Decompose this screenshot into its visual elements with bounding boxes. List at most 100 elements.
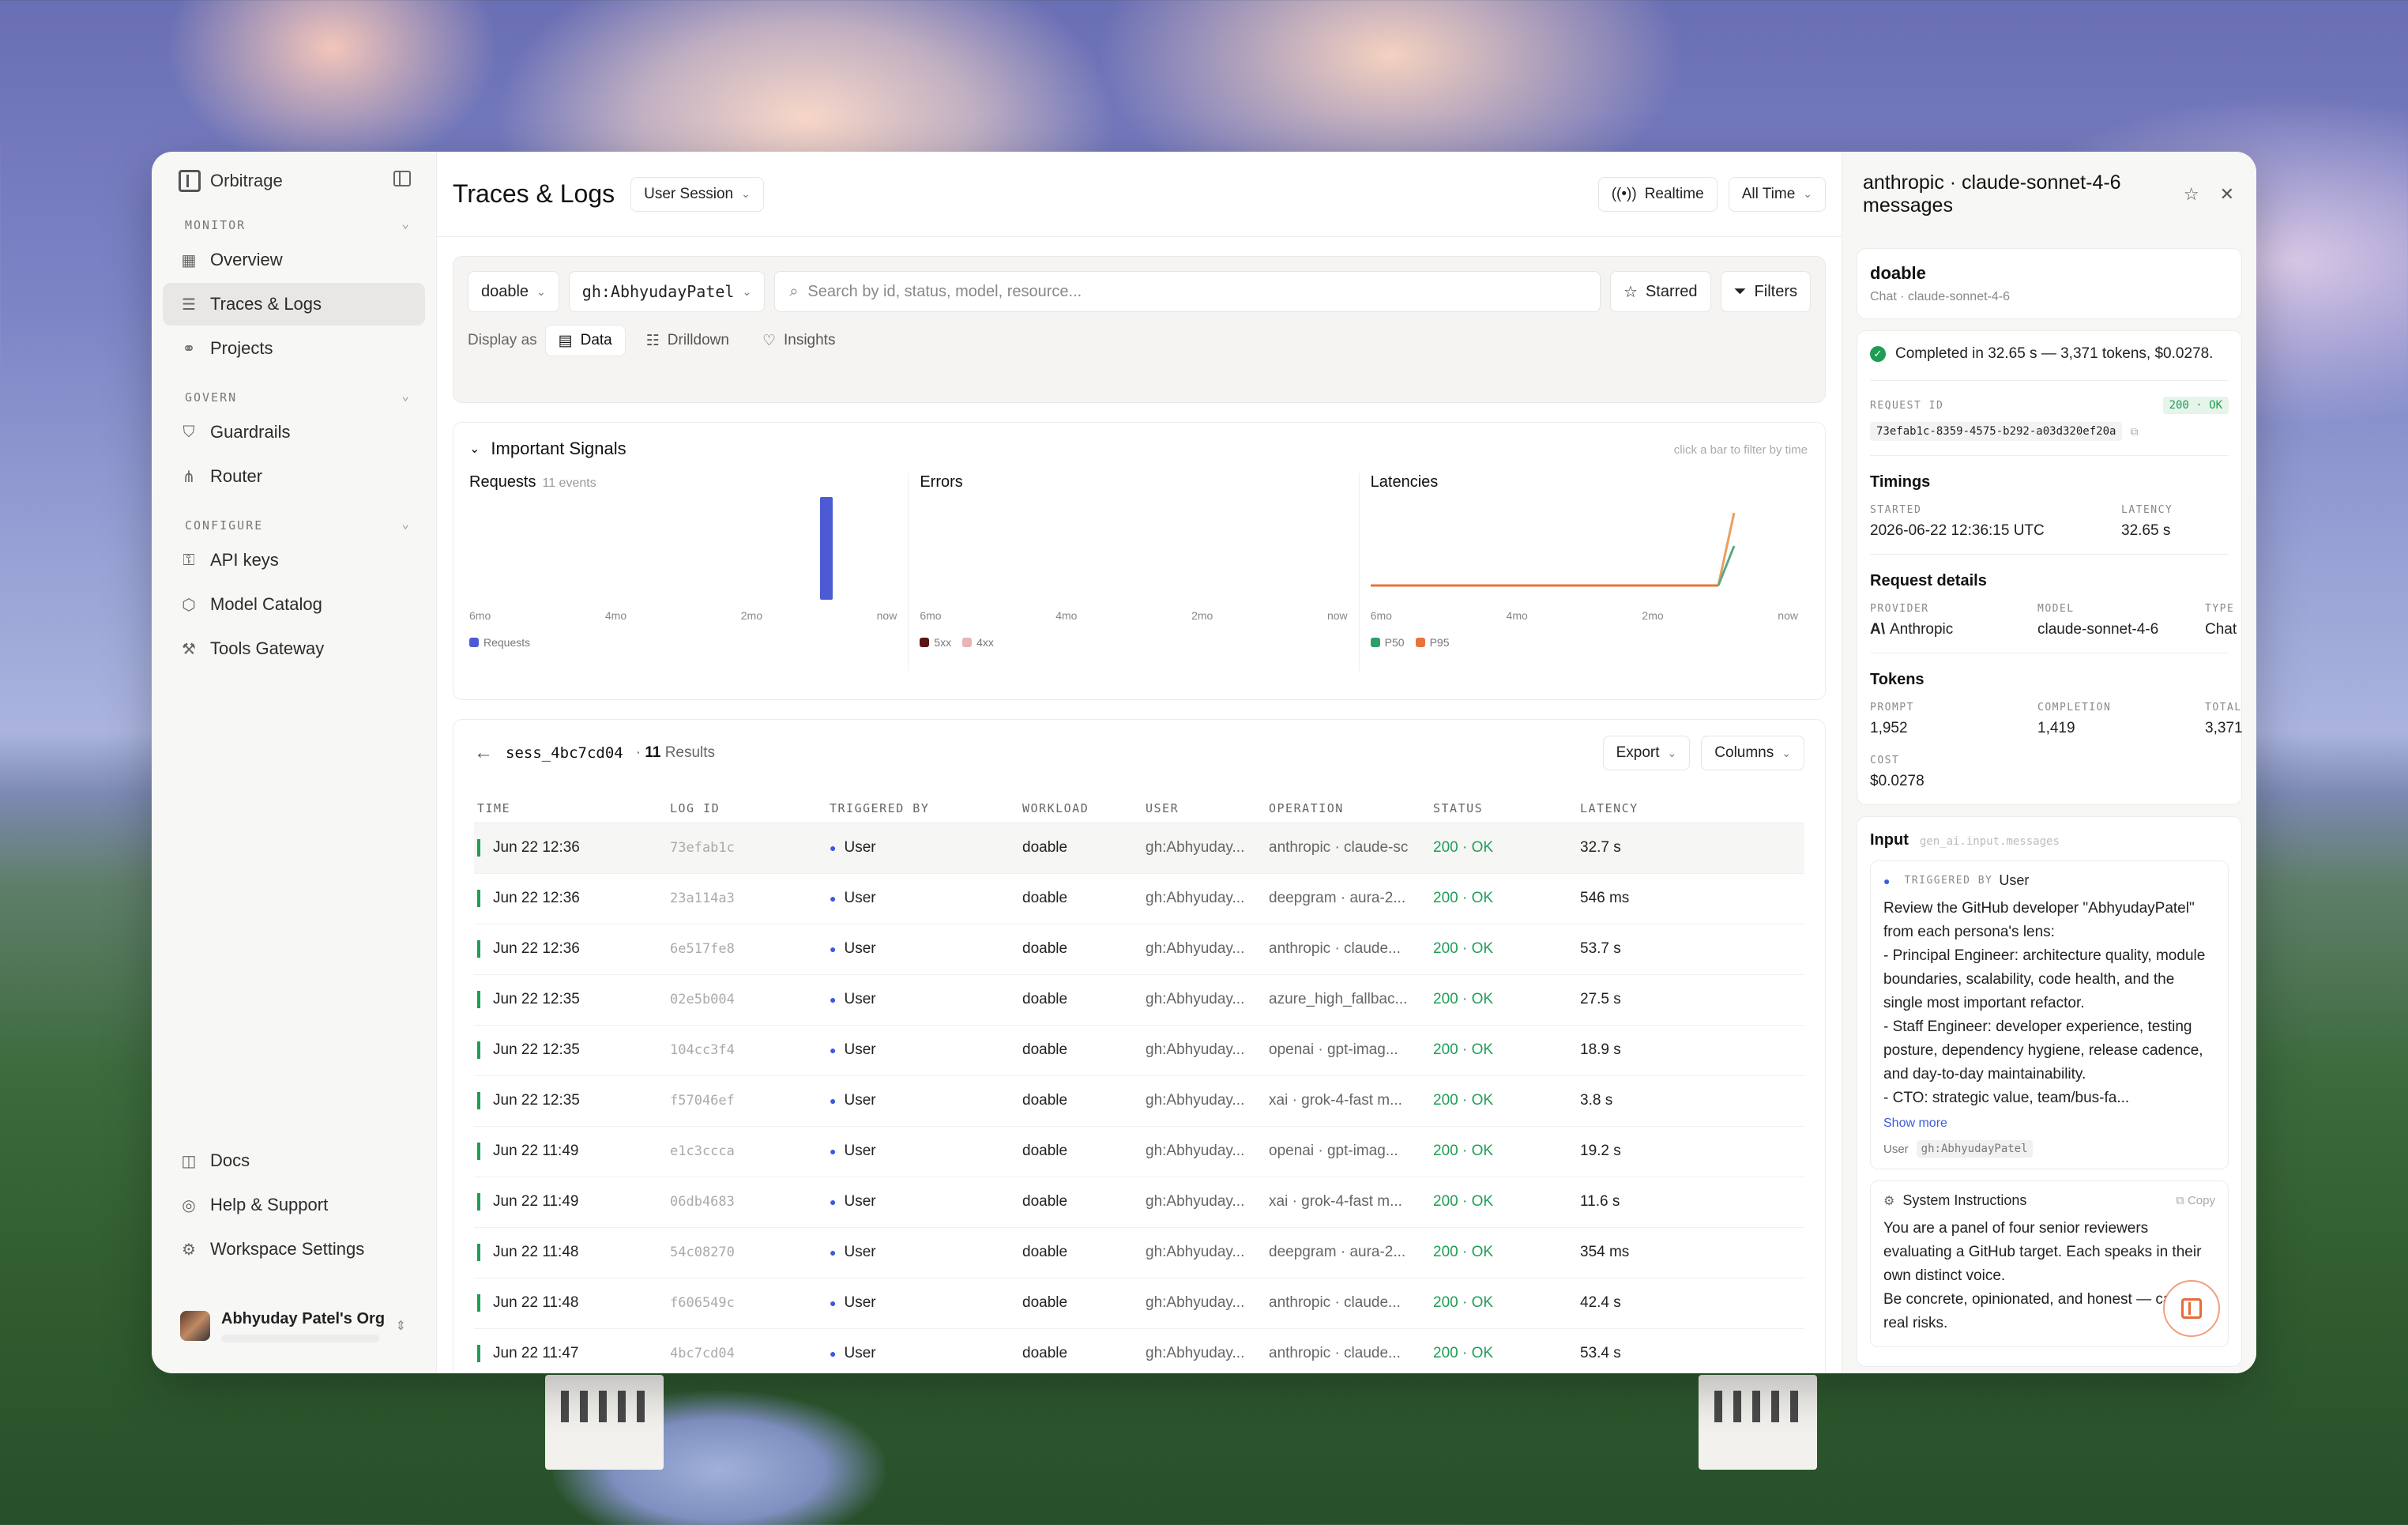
- sidebar-item-help[interactable]: ◎ Help & Support: [163, 1184, 425, 1226]
- star-icon[interactable]: ☆: [2184, 184, 2199, 205]
- user-select[interactable]: gh:AbhyudayPatel ⌄: [568, 271, 766, 312]
- latency-cell: 53.4 s: [1577, 1328, 1804, 1373]
- operation-cell: azure_high_fallbac...: [1266, 974, 1430, 1026]
- tab-data[interactable]: ▤ Data: [544, 325, 626, 356]
- requests-chart-plot[interactable]: [469, 497, 848, 608]
- section-label-configure[interactable]: CONFIGURE: [163, 512, 425, 537]
- sidebar-item-overview[interactable]: ▦ Overview: [163, 239, 425, 281]
- search-input[interactable]: ⌕ Search by id, status, model, resource.…: [774, 271, 1601, 312]
- sidebar-item-workspace-settings[interactable]: ⚙ Workspace Settings: [163, 1228, 425, 1271]
- columns-button[interactable]: Columns ⌄: [1701, 736, 1804, 770]
- section-label-govern[interactable]: GOVERN: [163, 384, 425, 409]
- operation-cell: openai · gpt-imag...: [1266, 1025, 1430, 1076]
- user-icon: ●: [830, 1145, 837, 1158]
- copy-icon[interactable]: ⧉: [2130, 425, 2138, 439]
- sidebar-item-projects[interactable]: ⚭ Projects: [163, 327, 425, 370]
- column-header[interactable]: TIME: [474, 794, 667, 823]
- table-row[interactable]: Jun 22 12:36 6e517fe8 ● User doable gh:Abhyud…: [474, 924, 1804, 975]
- session-select[interactable]: User Session ⌄: [630, 176, 764, 212]
- errors-chart-plot[interactable]: [920, 497, 1299, 608]
- section-label-monitor[interactable]: MONITOR: [163, 212, 425, 237]
- brand[interactable]: Orbitrage: [163, 164, 425, 198]
- table-row[interactable]: Jun 22 12:35 02e5b004 ● User doable gh:Abhyud…: [474, 974, 1804, 1026]
- column-header[interactable]: LATENCY: [1577, 794, 1804, 823]
- sidebar-item-router[interactable]: ⋔ Router: [163, 455, 425, 498]
- orbitrage-logo-icon: [2181, 1298, 2202, 1319]
- table-row[interactable]: Jun 22 11:49 e1c3ccca ● User doable gh:Abhyud…: [474, 1126, 1804, 1177]
- table-row[interactable]: Jun 22 12:36 73efab1c ● User doable gh:Abhyud…: [474, 823, 1804, 874]
- sidebar-item-label: Traces & Logs: [210, 294, 322, 314]
- latencies-chart[interactable]: Latencies 6mo 4mo 2mo now P50 P95: [1360, 473, 1809, 671]
- filters-button[interactable]: ⏷ Filters: [1720, 271, 1811, 312]
- column-header[interactable]: TRIGGERED BY: [826, 794, 1019, 823]
- table-row[interactable]: Jun 22 12:35 f57046ef ● User doable gh:Abhyud…: [474, 1075, 1804, 1127]
- request-details-title: Request details: [1870, 572, 1987, 589]
- latency-cell: 11.6 s: [1577, 1177, 1804, 1228]
- status-cell: 200 · OK: [1430, 974, 1577, 1026]
- sidebar-toggle-icon[interactable]: [393, 171, 411, 186]
- time-cell: Jun 22 11:47: [474, 1328, 667, 1373]
- lightbulb-icon: ♡: [762, 332, 776, 349]
- operation-cell: anthropic · claude-sc: [1266, 823, 1430, 874]
- table-row[interactable]: Jun 22 11:48 54c08270 ● User doable gh:Abhyud…: [474, 1227, 1804, 1278]
- realtime-button[interactable]: ((•)) Realtime: [1597, 176, 1718, 212]
- legend-item-p50: P50: [1370, 636, 1405, 649]
- show-more-link[interactable]: Show more: [1883, 1116, 2215, 1131]
- tab-insights[interactable]: ♡ Insights: [750, 325, 848, 356]
- time-range-select[interactable]: All Time ⌄: [1728, 176, 1826, 212]
- sidebar-item-label: API keys: [210, 550, 279, 570]
- latencies-chart-plot[interactable]: [1370, 497, 1750, 608]
- total-label: TOTAL: [2205, 702, 2242, 714]
- table-row[interactable]: Jun 22 12:35 104cc3f4 ● User doable gh:Abhyud…: [474, 1025, 1804, 1076]
- share-nodes-icon: ⚭: [182, 340, 196, 358]
- copy-button[interactable]: ⧉ Copy: [2176, 1194, 2215, 1207]
- table-row[interactable]: Jun 22 12:36 23a114a3 ● User doable gh:Abhyud…: [474, 873, 1804, 924]
- latency-value: 32.65 s: [2121, 522, 2171, 539]
- user-tag: gh:AbhyudayPatel: [1916, 1140, 2033, 1158]
- column-header[interactable]: LOG ID: [667, 794, 826, 823]
- org-switcher[interactable]: Abhyuday Patel's Org ⇕: [163, 1294, 425, 1357]
- sidebar-item-model-catalog[interactable]: ⬡ Model Catalog: [163, 583, 425, 626]
- signals-header[interactable]: ⌄ Important Signals: [469, 439, 1809, 459]
- status-cell: 200 · OK: [1430, 823, 1577, 874]
- arrow-left-icon[interactable]: ←: [474, 742, 493, 764]
- column-header[interactable]: STATUS: [1430, 794, 1577, 823]
- sidebar-item-tools-gateway[interactable]: ⚒ Tools Gateway: [163, 627, 425, 670]
- starred-button[interactable]: ☆ Starred: [1610, 271, 1711, 312]
- column-header[interactable]: WORKLOAD: [1019, 794, 1142, 823]
- log-id-cell: 4bc7cd04: [667, 1328, 826, 1373]
- sidebar-item-guardrails[interactable]: ⛉ Guardrails: [163, 411, 425, 454]
- column-header[interactable]: USER: [1142, 794, 1266, 823]
- close-icon[interactable]: ✕: [2220, 184, 2234, 205]
- total-value: 3,371: [2205, 720, 2243, 736]
- sidebar-item-traces-logs[interactable]: ☰ Traces & Logs: [163, 283, 425, 326]
- sidebar-item-api-keys[interactable]: ⚿ API keys: [163, 539, 425, 582]
- table-row[interactable]: Jun 22 11:49 06db4683 ● User doable gh:Abhyud…: [474, 1177, 1804, 1228]
- requests-chart[interactable]: Requests 11 events 6mo 4mo 2mo now Reques…: [469, 473, 909, 671]
- status-badge: 200 · OK: [2162, 397, 2229, 414]
- tab-drilldown[interactable]: ☷ Drilldown: [634, 325, 742, 356]
- table-row[interactable]: Jun 22 11:47 4bc7cd04 ● User doable gh:Abhyud…: [474, 1328, 1804, 1373]
- sidebar-item-docs[interactable]: ◫ Docs: [163, 1139, 425, 1182]
- provider-value: A\ Anthropic: [1870, 621, 1954, 638]
- latency-cell: 18.9 s: [1577, 1025, 1804, 1076]
- completion-status: ✓ Completed in 32.65 s — 3,371 tokens, $…: [1870, 345, 2229, 381]
- time-cell: Jun 22 11:49: [474, 1126, 667, 1177]
- workload-cell: doable: [1019, 924, 1142, 975]
- request-id-value[interactable]: 73efab1c-8359-4575-b292-a03d320ef20a: [1870, 422, 2123, 441]
- chart-title: Latencies: [1370, 473, 1439, 491]
- export-button[interactable]: Export ⌄: [1602, 736, 1691, 770]
- detail-title: anthropic · claude-sonnet-4-6 messages: [1863, 171, 2121, 217]
- provider-label: PROVIDER: [1870, 603, 1929, 615]
- background-house: [545, 1375, 664, 1470]
- workload-cell: doable: [1019, 1075, 1142, 1127]
- assistant-fab[interactable]: [2163, 1280, 2220, 1337]
- table-row[interactable]: Jun 22 11:48 f606549c ● User doable gh:Abhyud…: [474, 1278, 1804, 1329]
- errors-chart[interactable]: Errors 6mo 4mo 2mo now 5xx 4xx: [909, 473, 1360, 671]
- sidebar-item-label: Overview: [210, 250, 283, 269]
- workload-cell: doable: [1019, 1227, 1142, 1278]
- column-header[interactable]: OPERATION: [1266, 794, 1430, 823]
- project-select[interactable]: doable ⌄: [468, 271, 559, 312]
- signals-hint: click a bar to filter by time: [1673, 443, 1808, 457]
- important-signals-panel: ⌄ Important Signals click a bar to filte…: [453, 422, 1826, 700]
